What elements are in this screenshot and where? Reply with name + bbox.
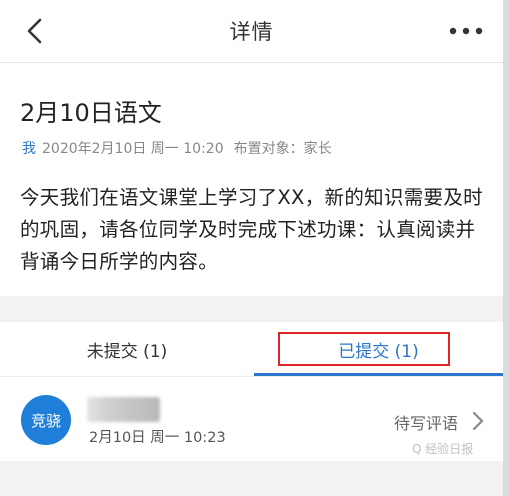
chevron-right-icon[interactable] (472, 411, 484, 431)
tab-unsubmitted-label: 未提交 (1) (86, 341, 168, 362)
publish-datetime: 2020年2月10日 周一 10:20 (42, 141, 224, 157)
highlight-box (278, 332, 450, 366)
homework-meta: 我 2020年2月10日 周一 10:20 布置对象：家长 (22, 138, 332, 158)
submission-tabs: 未提交 (1) 已提交 (1) (0, 322, 503, 376)
submission-time: 2月10日 周一 10:23 (89, 430, 226, 446)
blurred-student-name (87, 397, 160, 422)
watermark: Q 经验日报 (412, 442, 474, 456)
avatar: 竞骁 (21, 395, 71, 445)
screen-edge (503, 0, 509, 496)
homework-detail: 2月10日语文 我 2020年2月10日 周一 10:20 布置对象：家长 今天我们… (0, 63, 503, 296)
author-label: 我 (22, 141, 36, 157)
target-audience: 布置对象：家长 (233, 141, 332, 157)
homework-content: 今天我们在语文课堂上学习了XX，新的知识需要及时的巩固，请各位同学及时完成下述功… (20, 186, 483, 273)
homework-title: 2月10日语文 (20, 99, 162, 127)
top-nav-bar: 详情 (0, 0, 503, 63)
page-title: 详情 (229, 20, 274, 44)
tab-unsubmitted[interactable]: 未提交 (1) (0, 322, 254, 376)
more-dots-icon[interactable] (448, 25, 484, 37)
write-comment-action[interactable]: 待写评语 (394, 410, 458, 434)
tab-submitted[interactable]: 已提交 (1) (254, 322, 503, 376)
